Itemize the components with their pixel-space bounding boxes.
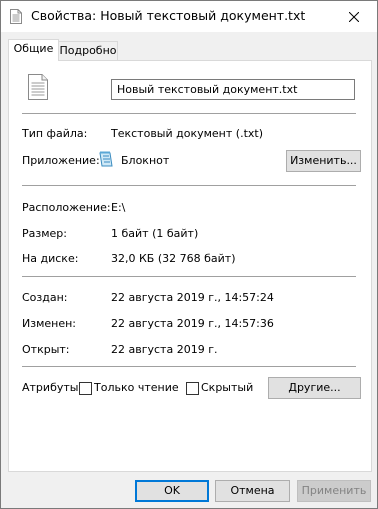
window-title: Свойства: Новый текстовый документ.txt <box>31 8 306 23</box>
notepad-icon <box>99 151 113 167</box>
size-value: 1 байт (1 байт) <box>111 227 199 240</box>
properties-window: Свойства: Новый текстовый документ.txt О… <box>0 0 378 509</box>
opened-label: Открыт: <box>22 343 70 356</box>
modified-value: 22 августа 2019 г., 14:57:36 <box>111 317 274 330</box>
created-value: 22 августа 2019 г., 14:57:24 <box>111 291 274 304</box>
attributes-label: Атрибуты: <box>22 381 83 394</box>
file-type-label: Тип файла: <box>22 127 88 140</box>
readonly-checkbox[interactable] <box>79 382 92 395</box>
apply-button[interactable]: Применить <box>297 480 371 502</box>
general-panel: Новый текстовый документ.txt Тип файла: … <box>8 60 372 472</box>
size-label: Размер: <box>22 227 67 240</box>
file-type-value: Текстовый документ (.txt) <box>111 127 263 140</box>
separator <box>22 276 356 277</box>
location-label: Расположение: <box>22 201 111 214</box>
text-file-icon <box>10 9 22 24</box>
text-file-icon <box>28 74 48 100</box>
title-bar[interactable]: Свойства: Новый текстовый документ.txt <box>1 1 377 32</box>
separator <box>22 113 356 114</box>
close-button[interactable] <box>331 1 377 32</box>
readonly-label[interactable]: Только чтение <box>94 381 179 394</box>
location-value: E:\ <box>111 201 126 214</box>
change-app-button[interactable]: Изменить... <box>286 150 361 172</box>
hidden-checkbox[interactable] <box>186 382 199 395</box>
disk-size-value: 32,0 КБ (32 768 байт) <box>111 252 236 265</box>
cancel-button[interactable]: Отмена <box>215 480 290 502</box>
opened-value: 22 августа 2019 г. <box>111 343 218 356</box>
file-name-field[interactable]: Новый текстовый документ.txt <box>111 79 355 100</box>
separator <box>22 185 356 186</box>
other-attributes-button[interactable]: Другие... <box>268 377 361 399</box>
separator <box>22 366 356 367</box>
app-label: Приложение: <box>22 154 100 167</box>
close-icon <box>349 11 359 22</box>
hidden-label[interactable]: Скрытый <box>201 381 253 394</box>
tab-general[interactable]: Общие <box>8 39 59 61</box>
disk-size-label: На диске: <box>22 252 79 265</box>
ok-button[interactable]: OK <box>135 480 209 502</box>
modified-label: Изменен: <box>22 317 77 330</box>
tab-details[interactable]: Подробно <box>58 41 118 60</box>
app-value: Блокнот <box>121 154 170 167</box>
created-label: Создан: <box>22 291 68 304</box>
